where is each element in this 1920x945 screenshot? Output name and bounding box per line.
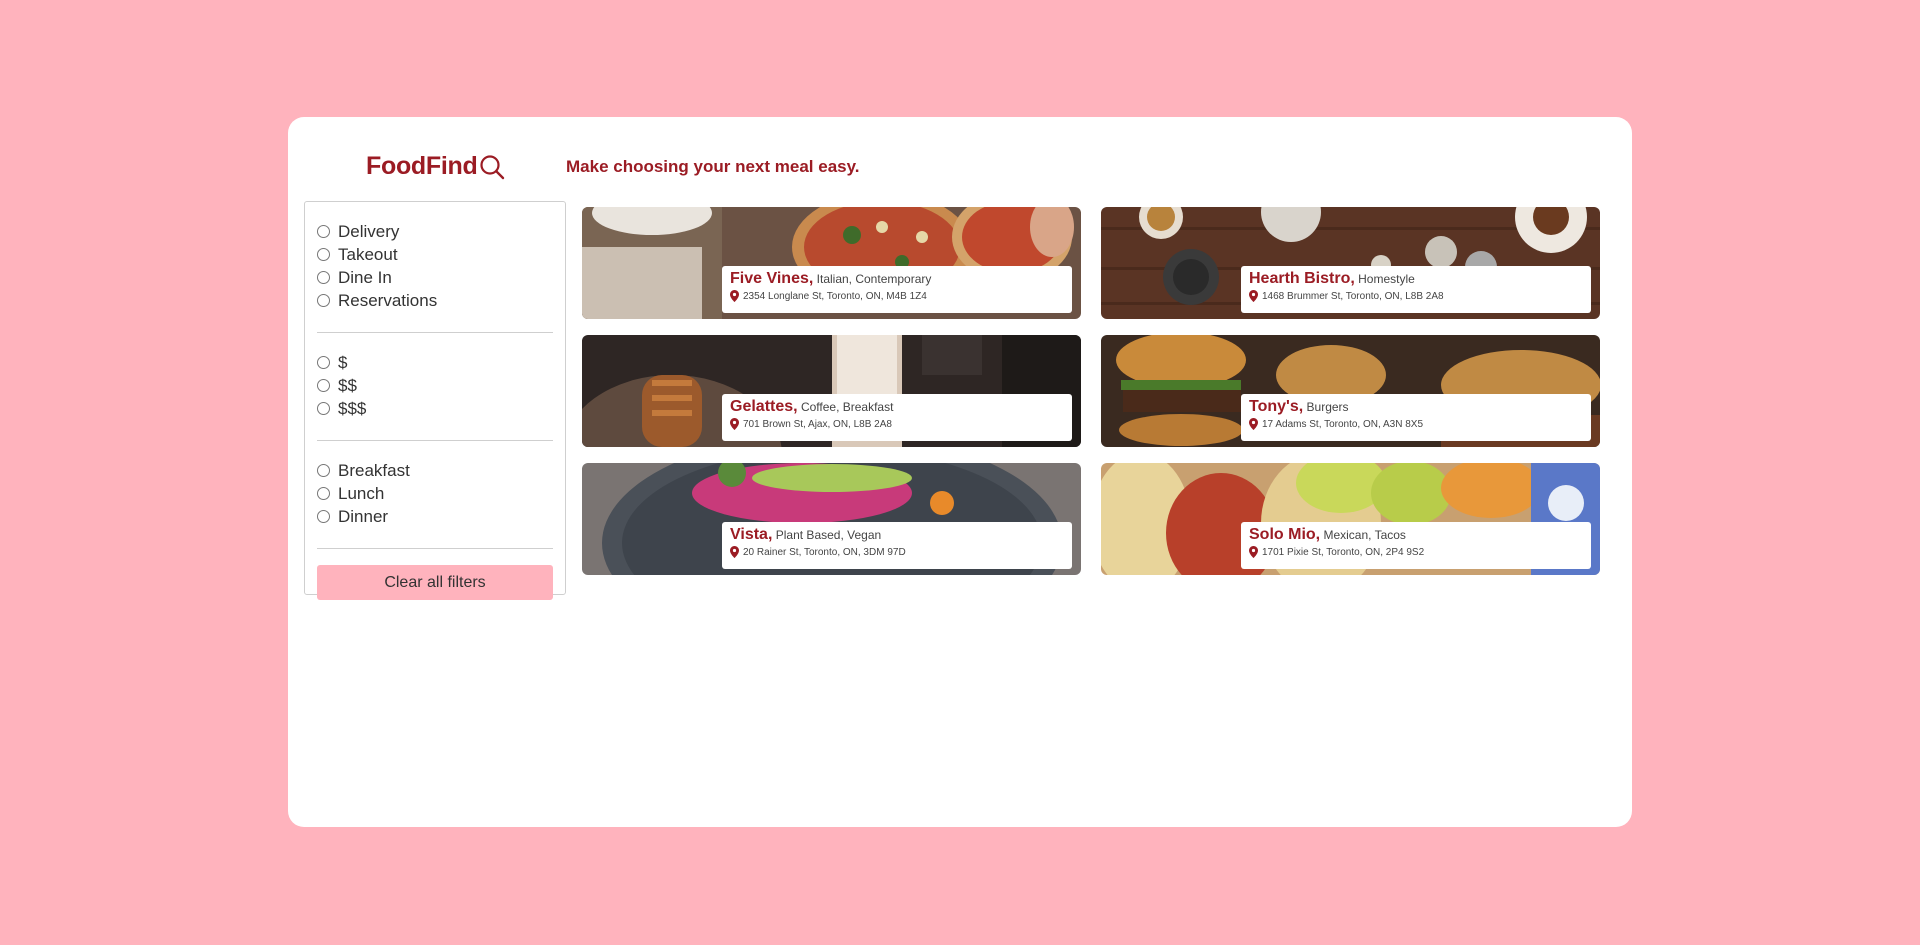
- logo-text: FoodFind: [366, 152, 478, 180]
- divider: [317, 548, 553, 549]
- header: FoodFind Make choosing your next meal ea…: [288, 117, 1632, 201]
- search-icon: [480, 155, 505, 180]
- restaurant-cuisine: Italian, Contemporary: [816, 272, 932, 286]
- divider: [317, 332, 553, 333]
- filter-reservations[interactable]: Reservations: [317, 289, 553, 312]
- restaurant-card[interactable]: Vista, Plant Based, Vegan 20 Rainer St, …: [582, 463, 1081, 575]
- restaurant-name[interactable]: Gelattes,: [730, 398, 798, 415]
- filter-price-3[interactable]: $$$: [317, 397, 553, 420]
- filter-label: $$$: [338, 398, 367, 418]
- restaurant-info: Vista, Plant Based, Vegan 20 Rainer St, …: [722, 522, 1072, 569]
- radio-button[interactable]: [317, 294, 330, 307]
- restaurant-address: 1701 Pixie St, Toronto, ON, 2P4 9S2: [1262, 546, 1425, 558]
- radio-button[interactable]: [317, 402, 330, 415]
- logo[interactable]: FoodFind: [366, 152, 505, 181]
- restaurant-info: Five Vines, Italian, Contemporary 2354 L…: [722, 266, 1072, 313]
- restaurant-address: 2354 Longlane St, Toronto, ON, M4B 1Z4: [743, 290, 927, 302]
- filter-label: Dinner: [338, 506, 389, 526]
- restaurant-name[interactable]: Solo Mio,: [1249, 526, 1320, 543]
- radio-button[interactable]: [317, 487, 330, 500]
- restaurant-cuisine: Burgers: [1306, 400, 1349, 414]
- location-pin-icon: [1249, 418, 1258, 430]
- restaurant-address: 1468 Brummer St, Toronto, ON, L8B 2A8: [1262, 290, 1444, 302]
- radio-button[interactable]: [317, 510, 330, 523]
- restaurant-cuisine: Plant Based, Vegan: [775, 528, 882, 542]
- radio-button[interactable]: [317, 356, 330, 369]
- location-pin-icon: [730, 546, 739, 558]
- filter-price-1[interactable]: $: [317, 351, 553, 374]
- radio-button[interactable]: [317, 271, 330, 284]
- restaurant-card[interactable]: Tony's, Burgers 17 Adams St, Toronto, ON…: [1101, 335, 1600, 447]
- location-pin-icon: [730, 418, 739, 430]
- restaurant-cuisine: Homestyle: [1358, 272, 1415, 286]
- filter-label: Reservations: [338, 290, 438, 310]
- restaurant-cuisine: Mexican, Tacos: [1323, 528, 1406, 542]
- clear-filters-button[interactable]: Clear all filters: [317, 565, 553, 600]
- filter-delivery[interactable]: Delivery: [317, 220, 553, 243]
- restaurant-grid: Five Vines, Italian, Contemporary 2354 L…: [582, 207, 1600, 575]
- filter-label: Delivery: [338, 221, 400, 241]
- restaurant-card[interactable]: Gelattes, Coffee, Breakfast 701 Brown St…: [582, 335, 1081, 447]
- location-pin-icon: [1249, 546, 1258, 558]
- restaurant-address: 20 Rainer St, Toronto, ON, 3DM 97D: [743, 546, 906, 558]
- restaurant-info: Solo Mio, Mexican, Tacos 1701 Pixie St, …: [1241, 522, 1591, 569]
- filter-label: $: [338, 352, 348, 372]
- service-filter-group: Delivery Takeout Dine In Reservations: [317, 214, 553, 320]
- filter-label: Dine In: [338, 267, 392, 287]
- restaurant-info: Tony's, Burgers 17 Adams St, Toronto, ON…: [1241, 394, 1591, 441]
- radio-button[interactable]: [317, 248, 330, 261]
- filter-price-2[interactable]: $$: [317, 374, 553, 397]
- filter-label: Breakfast: [338, 460, 410, 480]
- restaurant-cuisine: Coffee, Breakfast: [800, 400, 894, 414]
- restaurant-info: Hearth Bistro, Homestyle 1468 Brummer St…: [1241, 266, 1591, 313]
- restaurant-name[interactable]: Five Vines,: [730, 270, 813, 287]
- filter-label: $$: [338, 375, 357, 395]
- filter-panel: Delivery Takeout Dine In Reservations $ …: [304, 201, 566, 600]
- location-pin-icon: [1249, 290, 1258, 302]
- filter-lunch[interactable]: Lunch: [317, 482, 553, 505]
- radio-button[interactable]: [317, 379, 330, 392]
- restaurant-card[interactable]: Solo Mio, Mexican, Tacos 1701 Pixie St, …: [1101, 463, 1600, 575]
- filter-takeout[interactable]: Takeout: [317, 243, 553, 266]
- filter-dine-in[interactable]: Dine In: [317, 266, 553, 289]
- restaurant-name[interactable]: Tony's,: [1249, 398, 1303, 415]
- filter-label: Lunch: [338, 483, 385, 503]
- location-pin-icon: [730, 290, 739, 302]
- restaurant-name[interactable]: Hearth Bistro,: [1249, 270, 1355, 287]
- filter-breakfast[interactable]: Breakfast: [317, 459, 553, 482]
- price-filter-group: $ $$ $$$: [317, 345, 553, 428]
- restaurant-address: 701 Brown St, Ajax, ON, L8B 2A8: [743, 418, 892, 430]
- main-card: FoodFind Make choosing your next meal ea…: [288, 117, 1632, 827]
- filter-dinner[interactable]: Dinner: [317, 505, 553, 528]
- filter-label: Takeout: [338, 244, 398, 264]
- radio-button[interactable]: [317, 225, 330, 238]
- restaurant-card[interactable]: Hearth Bistro, Homestyle 1468 Brummer St…: [1101, 207, 1600, 319]
- radio-button[interactable]: [317, 464, 330, 477]
- divider: [317, 440, 553, 441]
- restaurant-info: Gelattes, Coffee, Breakfast 701 Brown St…: [722, 394, 1072, 441]
- tagline: Make choosing your next meal easy.: [566, 157, 860, 176]
- restaurant-address: 17 Adams St, Toronto, ON, A3N 8X5: [1262, 418, 1424, 430]
- meal-filter-group: Breakfast Lunch Dinner: [317, 453, 553, 536]
- restaurant-name[interactable]: Vista,: [730, 526, 772, 543]
- restaurant-card[interactable]: Five Vines, Italian, Contemporary 2354 L…: [582, 207, 1081, 319]
